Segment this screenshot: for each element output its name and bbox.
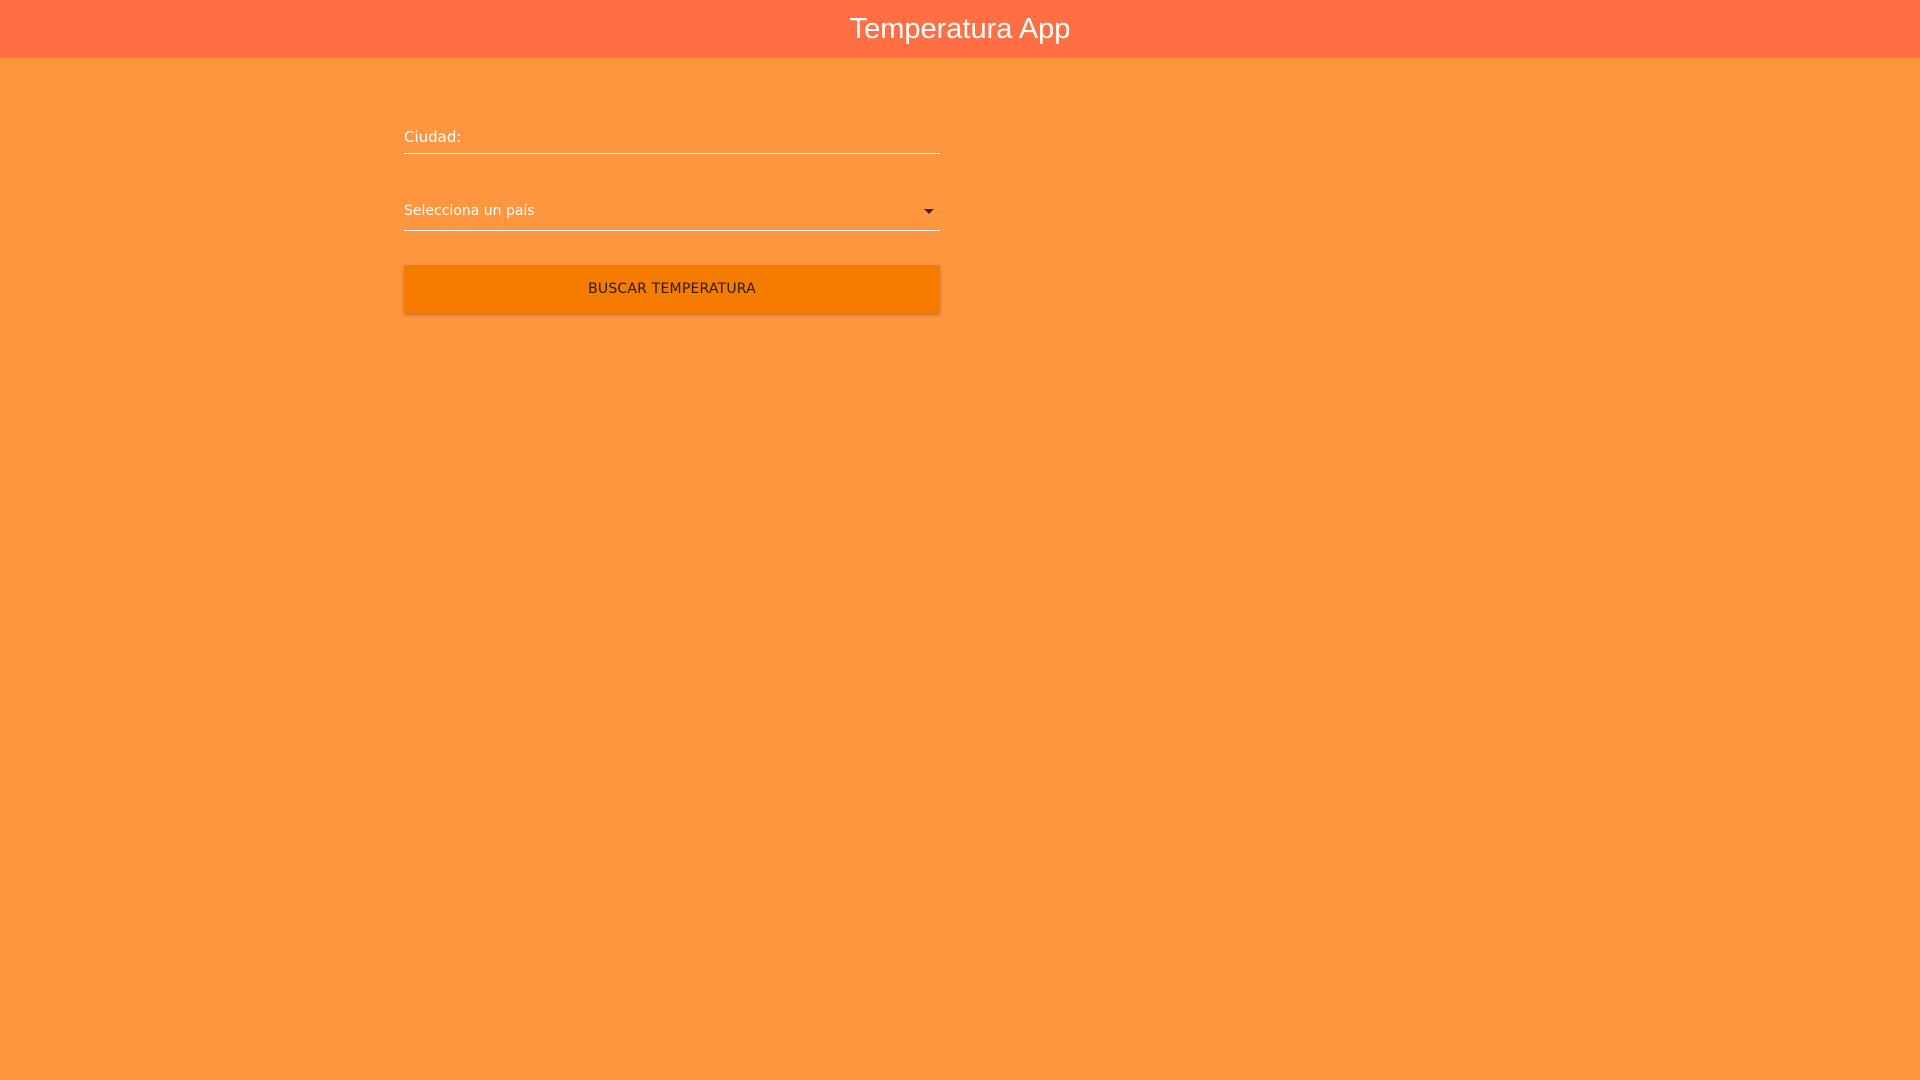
chevron-down-icon [924,209,934,214]
country-select-value: Selecciona un país [404,203,535,219]
app-header: Temperatura App [0,0,1920,58]
country-select[interactable]: Selecciona un país [404,186,940,231]
city-field [404,110,940,154]
city-input[interactable] [404,123,940,151]
page-title: Temperatura App [849,13,1071,45]
search-temperature-button[interactable]: BUSCAR TEMPERATURA [404,265,940,313]
temperature-form: Selecciona un país BUSCAR TEMPERATURA [404,110,940,313]
